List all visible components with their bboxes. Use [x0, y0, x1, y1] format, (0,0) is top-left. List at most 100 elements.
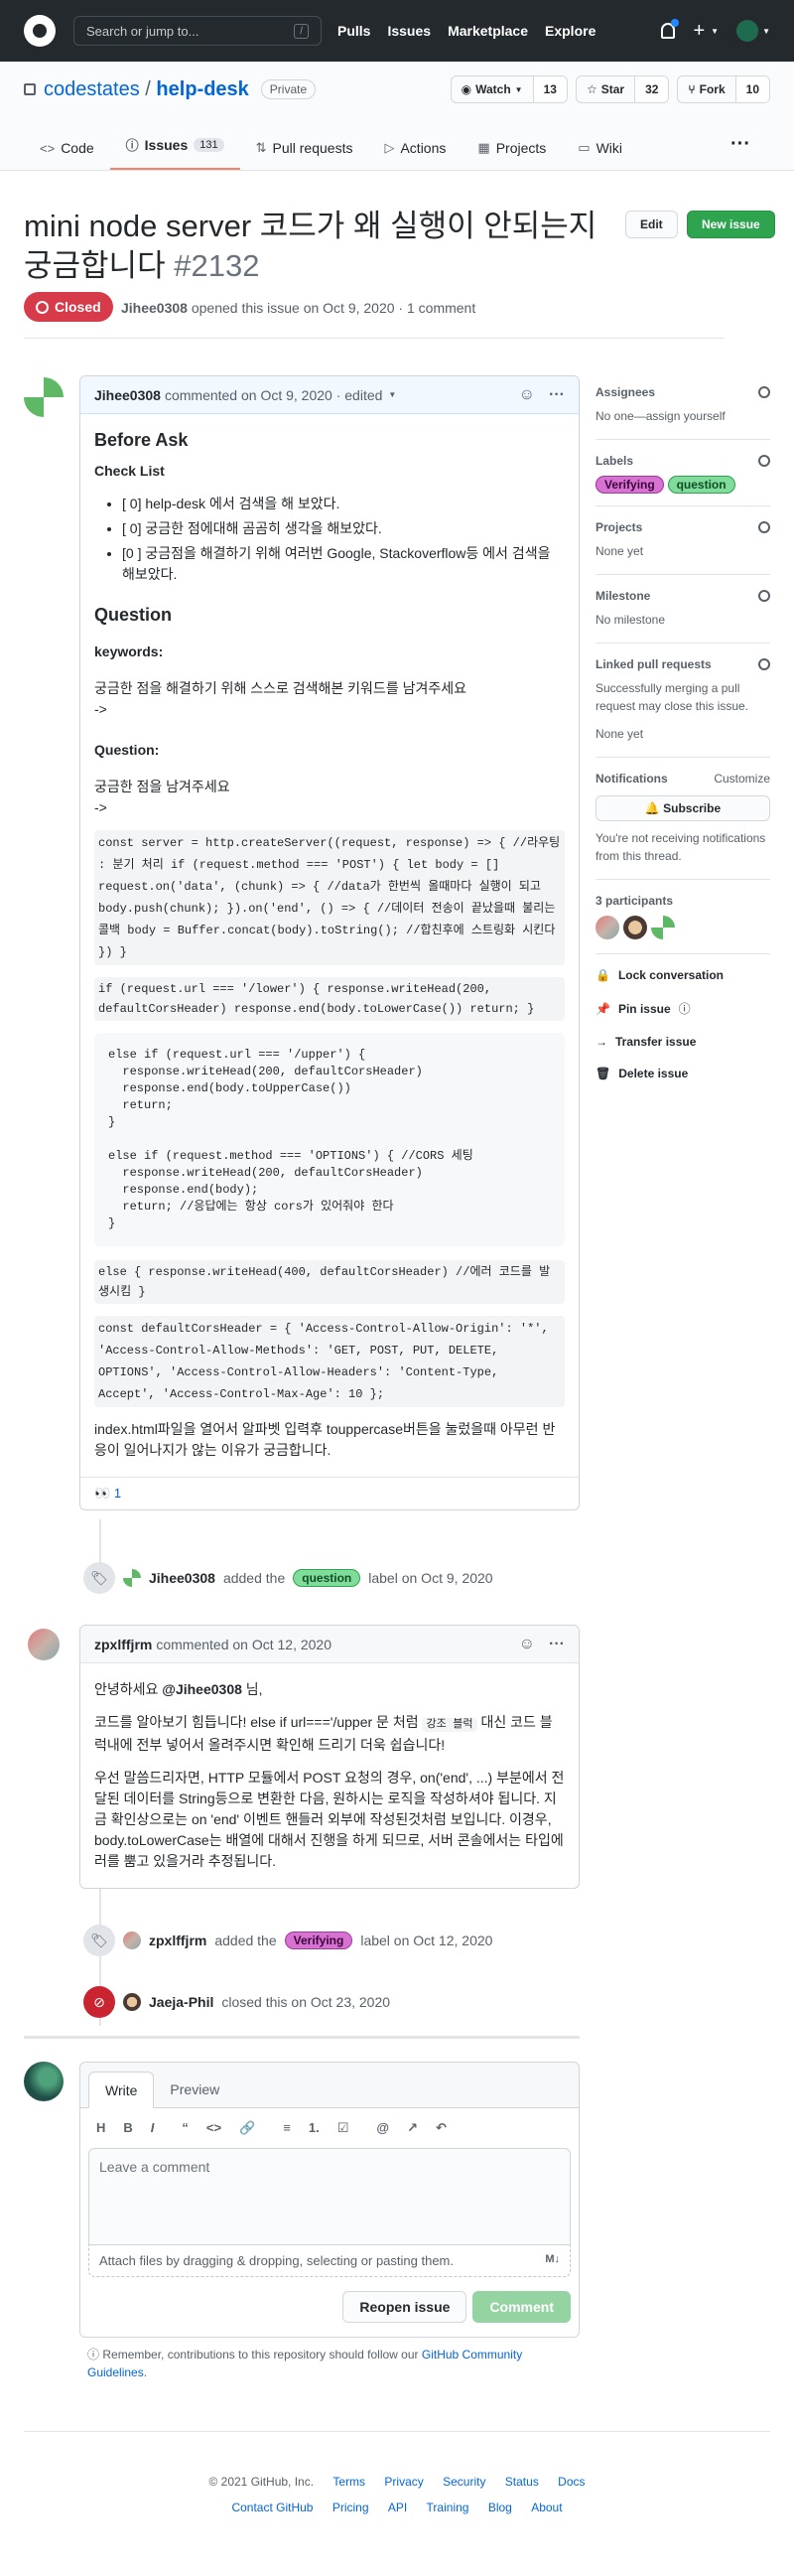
repo-owner-link[interactable]: codestates	[44, 78, 140, 100]
section-heading[interactable]: Projects	[596, 520, 642, 534]
participant-avatar[interactable]	[596, 916, 619, 939]
add-reaction-smiley-icon[interactable]: ☺	[519, 386, 535, 404]
comment-meta: commented on Oct 12, 2020	[156, 1636, 332, 1652]
avatar[interactable]	[28, 1629, 60, 1660]
participant-avatar[interactable]	[651, 916, 675, 939]
link-icon[interactable]: 🔗	[239, 2120, 255, 2136]
tab-code[interactable]: <> Code	[24, 132, 110, 170]
repo-name-link[interactable]: help-desk	[156, 78, 248, 100]
pin-issue-button[interactable]: 📌 Pin issue ⓘ	[596, 1000, 770, 1017]
tab-issues[interactable]: ⓘ Issues 131	[109, 127, 240, 170]
tab-preview[interactable]: Preview	[154, 2072, 235, 2107]
footer-link[interactable]: Training	[427, 2501, 469, 2514]
mention-icon[interactable]: @	[376, 2120, 389, 2136]
footer-link[interactable]: Pricing	[332, 2501, 369, 2514]
gear-icon[interactable]	[758, 455, 770, 467]
avatar[interactable]	[24, 2062, 64, 2101]
customize-link[interactable]: Customize	[714, 772, 770, 786]
fork-button[interactable]: ⑂ Fork 10	[677, 75, 770, 103]
gear-icon[interactable]	[758, 590, 770, 602]
avatar[interactable]	[123, 1569, 141, 1587]
chevron-down-icon[interactable]: ▼	[388, 390, 396, 399]
footer-link[interactable]: Privacy	[384, 2475, 423, 2489]
delete-issue-button[interactable]: 🗑 Delete issue	[596, 1067, 770, 1080]
notifications-bell-icon[interactable]	[661, 19, 680, 39]
footer-link[interactable]: Contact GitHub	[231, 2501, 313, 2514]
kebab-horizontal-icon[interactable]: ···	[549, 386, 565, 404]
transfer-issue-button[interactable]: → Transfer issue	[596, 1035, 770, 1049]
gear-icon[interactable]	[758, 658, 770, 670]
tab-write[interactable]: Write	[88, 2072, 155, 2108]
subscribe-button[interactable]: 🔔 Subscribe	[596, 795, 770, 821]
footer-link[interactable]: About	[531, 2501, 562, 2514]
avatar[interactable]	[123, 1993, 141, 2011]
gear-icon[interactable]	[758, 521, 770, 533]
event-user-link[interactable]: zpxlffjrm	[149, 1932, 206, 1948]
bold-icon[interactable]: B	[123, 2120, 132, 2136]
more-tabs-kebab-icon[interactable]: ···	[730, 133, 770, 170]
label-question[interactable]: question	[293, 1569, 361, 1587]
reaction-eyes-button[interactable]: 👀 1	[80, 1477, 579, 1509]
tab-pull-requests[interactable]: ⇅ Pull requests	[240, 132, 369, 170]
comment-author-link[interactable]: zpxlffjrm	[94, 1637, 152, 1652]
code-icon[interactable]: <>	[206, 2120, 221, 2136]
footer-link[interactable]: Terms	[332, 2475, 365, 2489]
lock-conversation-button[interactable]: 🔒 Lock conversation	[596, 968, 770, 982]
attach-files-dropzone[interactable]: Attach files by dragging & dropping, sel…	[88, 2245, 571, 2277]
label-question[interactable]: question	[667, 476, 735, 494]
star-count[interactable]: 32	[634, 76, 669, 102]
comment-textarea[interactable]: Leave a comment	[88, 2148, 571, 2245]
footer-link[interactable]: Status	[505, 2475, 539, 2489]
nav-marketplace[interactable]: Marketplace	[448, 23, 528, 39]
issue-author-link[interactable]: Jihee0308	[121, 300, 188, 316]
search-input[interactable]: Search or jump to... /	[73, 16, 322, 46]
assignees-value[interactable]: No one—assign yourself	[596, 407, 770, 425]
footer-link[interactable]: Blog	[488, 2501, 512, 2514]
avatar[interactable]	[24, 377, 64, 417]
user-avatar[interactable]	[736, 20, 759, 42]
label-verifying[interactable]: Verifying	[596, 476, 664, 494]
event-user-link[interactable]: Jihee0308	[149, 1570, 215, 1586]
edit-title-button[interactable]: Edit	[625, 211, 678, 238]
user-mention-link[interactable]: @Jihee0308	[162, 1681, 242, 1697]
event-user-link[interactable]: Jaeja-Phil	[149, 1994, 213, 2010]
markdown-icon[interactable]: M↓	[545, 2253, 560, 2268]
tab-wiki[interactable]: ▭ Wiki	[562, 132, 638, 170]
create-new-plus-icon[interactable]: +	[693, 20, 705, 43]
kebab-horizontal-icon[interactable]: ···	[549, 1636, 565, 1653]
new-issue-button[interactable]: New issue	[687, 211, 775, 238]
nav-explore[interactable]: Explore	[545, 23, 596, 39]
footer-link[interactable]: Docs	[558, 2475, 585, 2489]
fork-count[interactable]: 10	[734, 76, 769, 102]
section-heading[interactable]: Linked pull requests	[596, 657, 712, 671]
avatar[interactable]	[123, 1932, 141, 1949]
comment-button[interactable]: Comment	[472, 2291, 571, 2323]
add-reaction-smiley-icon[interactable]: ☺	[519, 1636, 535, 1653]
nav-pulls[interactable]: Pulls	[337, 23, 370, 39]
star-button[interactable]: ☆ Star 32	[575, 75, 670, 103]
section-heading[interactable]: Labels	[596, 454, 633, 468]
section-heading[interactable]: Assignees	[596, 385, 655, 399]
tab-projects[interactable]: ▦ Projects	[462, 132, 562, 170]
heading-icon[interactable]: H	[96, 2120, 105, 2136]
comment-author-link[interactable]: Jihee0308	[94, 387, 161, 403]
unordered-list-icon[interactable]: ≡	[283, 2120, 291, 2136]
watch-count[interactable]: 13	[532, 76, 567, 102]
footer-link[interactable]: API	[388, 2501, 407, 2514]
nav-issues[interactable]: Issues	[387, 23, 431, 39]
ordered-list-icon[interactable]: 1.	[309, 2120, 320, 2136]
watch-button[interactable]: ◉ Watch ▼ 13	[450, 75, 568, 103]
cross-reference-icon[interactable]: ↗	[407, 2120, 418, 2136]
reopen-issue-button[interactable]: Reopen issue	[342, 2291, 467, 2323]
label-verifying[interactable]: Verifying	[284, 1932, 353, 1949]
participant-avatar[interactable]	[623, 916, 647, 939]
github-logo-icon[interactable]	[24, 15, 56, 47]
reply-icon[interactable]: ↶	[436, 2120, 447, 2136]
footer-link[interactable]: Security	[443, 2475, 485, 2489]
section-heading[interactable]: Milestone	[596, 589, 650, 603]
gear-icon[interactable]	[758, 386, 770, 398]
task-list-icon[interactable]: ☑	[337, 2120, 349, 2136]
quote-icon[interactable]: “	[182, 2120, 189, 2136]
tab-actions[interactable]: ▷ Actions	[368, 132, 462, 170]
italic-icon[interactable]: I	[151, 2120, 155, 2136]
